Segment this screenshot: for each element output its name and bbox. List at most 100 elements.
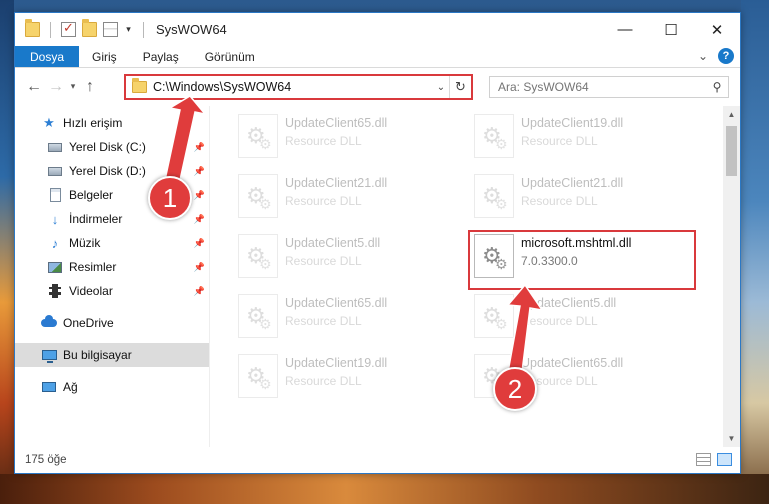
quick-access-toolbar: ▾ SysWOW64 [15, 19, 227, 38]
file-tile[interactable]: ⚙ ⚙ UpdateClient19.dll Resource DLL [474, 114, 704, 164]
drive-icon [48, 142, 62, 152]
tab-home[interactable]: Giriş [79, 46, 130, 67]
file-description: Resource DLL [285, 254, 362, 268]
navigation-bar: ← → ▾ ↑ C:\Windows\SysWOW64 ⌄ ↻ ⚲ [15, 68, 740, 105]
nav-label: Yerel Disk (D:) [69, 164, 146, 178]
documents-icon [49, 188, 61, 202]
explorer-window: ▾ SysWOW64 — ☐ ✕ Dosya Giriş Paylaş Görü… [14, 12, 741, 474]
folder-icon [132, 78, 147, 93]
expand-ribbon-icon[interactable]: ⌄ [698, 49, 708, 63]
drive-icon [48, 166, 62, 176]
address-path[interactable]: C:\Windows\SysWOW64 [153, 80, 433, 94]
pin-icon: 📌 [193, 237, 205, 248]
step-badge-1: 1 [148, 176, 192, 220]
dll-file-icon: ⚙⚙ [238, 294, 278, 338]
file-tile[interactable]: ⚙ ⚙ UpdateClient5.dll Resource DLL [238, 234, 468, 284]
refresh-icon[interactable]: ↻ [449, 76, 471, 98]
desktop-background [741, 0, 769, 504]
scroll-down-icon[interactable]: ▼ [723, 430, 740, 447]
dll-file-icon: ⚙⚙ [474, 294, 514, 338]
file-tile[interactable]: ⚙ ⚙ UpdateClient21.dll Resource DLL [474, 174, 704, 224]
nav-label: İndirmeler [69, 212, 123, 226]
nav-item-videos[interactable]: Videolar 📌 [15, 279, 209, 303]
highlight-box [468, 230, 696, 290]
nav-label: Müzik [69, 236, 101, 250]
customize-dropdown-icon[interactable]: ▾ [124, 22, 133, 37]
new-folder-icon[interactable] [82, 19, 97, 37]
file-name: UpdateClient5.dll [521, 296, 617, 310]
file-tile[interactable]: ⚙ ⚙ UpdateClient19.dll Resource DLL [238, 354, 468, 404]
file-tile[interactable]: ⚙ ⚙ UpdateClient5.dll Resource DLL [474, 294, 704, 344]
divider [50, 21, 51, 38]
vertical-scrollbar[interactable]: ▲ ▼ [723, 106, 740, 447]
nav-network[interactable]: Ağ [15, 375, 209, 399]
file-name: UpdateClient65.dll [521, 356, 624, 370]
address-bar[interactable]: C:\Windows\SysWOW64 ⌄ ↻ [124, 74, 473, 100]
pin-icon: 📌 [193, 285, 205, 296]
help-icon[interactable]: ? [718, 48, 734, 64]
file-tile[interactable]: ⚙ ⚙ UpdateClient21.dll Resource DLL [238, 174, 468, 224]
up-arrow-icon[interactable]: ↑ [79, 78, 101, 96]
details-view-icon[interactable] [696, 453, 711, 466]
pictures-icon [48, 261, 62, 273]
view-toggle [696, 453, 732, 466]
network-icon [42, 382, 56, 392]
nav-label: Hızlı erişim [63, 116, 123, 130]
dll-file-icon: ⚙⚙ [238, 114, 278, 158]
nav-item-drive-c[interactable]: Yerel Disk (C:) 📌 [15, 135, 209, 159]
tiles-view-icon[interactable] [717, 453, 732, 466]
file-description: Resource DLL [521, 194, 598, 208]
dll-file-icon: ⚙⚙ [474, 114, 514, 158]
file-tile[interactable]: ⚙⚙ UpdateClient65.dll Resource DLL [238, 294, 468, 344]
nav-onedrive[interactable]: OneDrive [15, 311, 209, 335]
file-description: Resource DLL [521, 134, 598, 148]
tab-file[interactable]: Dosya [15, 46, 80, 67]
back-arrow-icon[interactable]: ← [23, 78, 45, 96]
status-bar: 175 öğe [15, 447, 740, 473]
minimize-button[interactable]: — [602, 13, 648, 46]
tab-share[interactable]: Paylaş [130, 46, 192, 67]
nav-item-pictures[interactable]: Resimler 📌 [15, 255, 209, 279]
item-count: 175 öğe [25, 454, 67, 466]
scrollbar-thumb[interactable] [726, 126, 737, 176]
file-name: UpdateClient21.dll [521, 176, 624, 190]
desktop-background [0, 0, 14, 504]
close-button[interactable]: ✕ [694, 13, 740, 46]
tab-view[interactable]: Görünüm [192, 46, 268, 67]
pin-icon: 📌 [193, 213, 205, 224]
file-tile[interactable]: ⚙⚙ UpdateClient65.dll Resource DLL [238, 114, 468, 164]
dll-file-icon: ⚙⚙ [238, 354, 278, 398]
forward-arrow-icon[interactable]: → [45, 78, 67, 96]
search-box[interactable]: ⚲ [489, 76, 729, 98]
properties-check-icon[interactable] [61, 20, 76, 37]
file-description: Resource DLL [285, 314, 362, 328]
address-dropdown-icon[interactable]: ⌄ [433, 82, 449, 93]
properties-icon[interactable] [103, 22, 118, 37]
pin-icon: 📌 [193, 189, 205, 200]
file-name: UpdateClient65.dll [285, 296, 388, 310]
step-badge-2: 2 [493, 367, 537, 411]
computer-icon [41, 350, 57, 363]
nav-this-pc[interactable]: Bu bilgisayar [15, 343, 209, 367]
file-description: Resource DLL [285, 374, 362, 388]
file-name: UpdateClient19.dll [521, 116, 624, 130]
download-icon: ↓ [51, 211, 59, 227]
file-description: Resource DLL [285, 194, 362, 208]
file-description: Resource DLL [521, 314, 598, 328]
nav-quick-access[interactable]: ★ Hızlı erişim [15, 111, 209, 135]
recent-locations-icon[interactable]: ▾ [67, 81, 79, 92]
dll-file-icon: ⚙⚙ [474, 174, 514, 218]
videos-icon [49, 284, 61, 298]
scroll-up-icon[interactable]: ▲ [723, 106, 740, 123]
file-name: UpdateClient65.dll [285, 116, 388, 130]
nav-item-music[interactable]: ♪ Müzik 📌 [15, 231, 209, 255]
music-icon: ♪ [51, 235, 59, 251]
title-bar: ▾ SysWOW64 — ☐ ✕ [15, 13, 740, 46]
search-icon[interactable]: ⚲ [706, 80, 728, 94]
nav-label: Yerel Disk (C:) [69, 140, 146, 154]
maximize-button[interactable]: ☐ [648, 13, 694, 46]
search-input[interactable] [498, 80, 706, 94]
file-name: UpdateClient5.dll [285, 236, 381, 250]
dll-file-icon: ⚙⚙ [238, 174, 278, 218]
file-name: UpdateClient21.dll [285, 176, 388, 190]
